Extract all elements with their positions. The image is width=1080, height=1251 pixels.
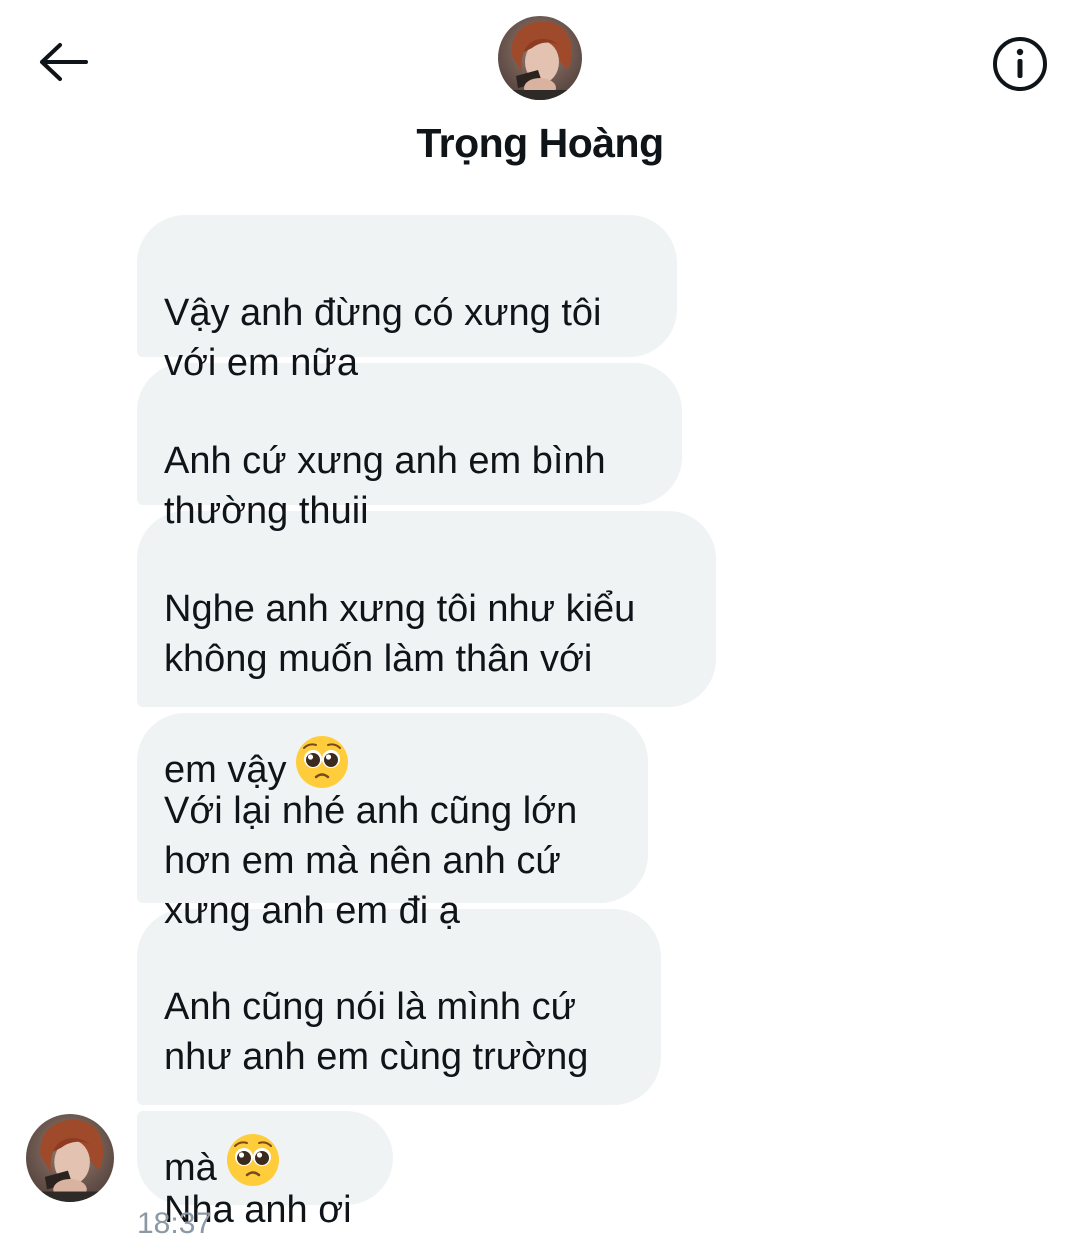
arrow-left-icon bbox=[40, 43, 88, 81]
info-circle-icon bbox=[993, 37, 1047, 91]
pleading-face-emoji-icon bbox=[225, 1082, 281, 1201]
message-bubble[interactable]: Vậy anh đừng có xưng tôi với em nữa bbox=[137, 215, 677, 384]
message-timestamp: 18:37 bbox=[137, 1207, 213, 1240]
avatar-photo bbox=[498, 16, 582, 100]
contact-name[interactable]: Trọng Hoàng bbox=[0, 118, 1080, 168]
info-button[interactable] bbox=[990, 34, 1050, 94]
back-button[interactable] bbox=[30, 34, 94, 90]
message-bubble[interactable]: Anh cũng nói là mình cứ như anh em cùng … bbox=[137, 909, 661, 1189]
contact-avatar[interactable] bbox=[498, 16, 582, 100]
sender-avatar[interactable] bbox=[26, 1114, 114, 1202]
message-bubble[interactable]: Nghe anh xưng tôi như kiểu không muốn là… bbox=[137, 511, 716, 791]
message-list: Vậy anh đừng có xưng tôi với em nữa Anh … bbox=[137, 215, 837, 1231]
avatar-photo bbox=[26, 1114, 114, 1202]
